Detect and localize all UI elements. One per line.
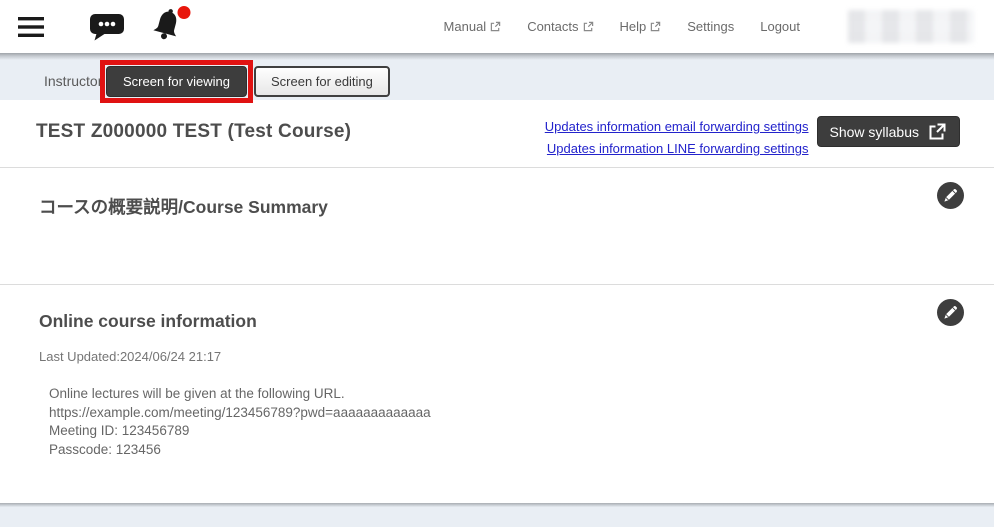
course-summary-section: コースの概要説明/Course Summary xyxy=(0,168,994,285)
passcode-text: Passcode: 123456 xyxy=(49,441,994,460)
external-link-icon xyxy=(650,21,661,32)
top-header: Manual Contacts Help Settings xyxy=(0,0,994,53)
nav-manual-link[interactable]: Manual xyxy=(444,19,502,34)
show-syllabus-label: Show syllabus xyxy=(830,124,920,140)
line-forwarding-settings-link[interactable]: Updates information LINE forwarding sett… xyxy=(547,141,809,156)
external-link-icon xyxy=(490,21,501,32)
meeting-url-text: https://example.com/meeting/123456789?pw… xyxy=(49,404,994,423)
nav-manual-label: Manual xyxy=(444,19,487,34)
hamburger-menu-button[interactable] xyxy=(18,17,44,37)
course-title: TEST Z000000 TEST (Test Course) xyxy=(36,121,351,167)
footer-background xyxy=(0,507,994,527)
lecture-url-intro-text: Online lectures will be given at the fol… xyxy=(49,385,994,404)
show-syllabus-button[interactable]: Show syllabus xyxy=(817,116,961,147)
edit-pencil-icon xyxy=(937,182,964,209)
main-content: TEST Z000000 TEST (Test Course) Updates … xyxy=(0,100,994,503)
nav-help-label: Help xyxy=(620,19,647,34)
header-nav: Manual Contacts Help Settings xyxy=(444,10,994,43)
nav-contacts-link[interactable]: Contacts xyxy=(527,19,593,34)
nav-settings-link[interactable]: Settings xyxy=(687,19,734,34)
nav-logout-link[interactable]: Logout xyxy=(760,19,800,34)
red-annotation-highlight: Screen for viewing xyxy=(100,60,253,103)
edit-pencil-icon xyxy=(937,299,964,326)
course-summary-heading: コースの概要説明/Course Summary xyxy=(39,194,994,219)
email-forwarding-settings-link[interactable]: Updates information email forwarding set… xyxy=(545,119,809,134)
notification-badge xyxy=(178,6,191,19)
nav-help-link[interactable]: Help xyxy=(620,19,662,34)
notifications-button[interactable] xyxy=(148,6,192,43)
edit-online-course-info-button[interactable] xyxy=(937,299,964,329)
course-header-row: TEST Z000000 TEST (Test Course) Updates … xyxy=(0,100,994,168)
nav-settings-label: Settings xyxy=(687,19,734,34)
edit-course-summary-button[interactable] xyxy=(937,182,964,212)
bell-icon xyxy=(148,6,192,43)
chat-bubble-icon xyxy=(90,13,124,41)
header-shadow-divider xyxy=(0,53,994,60)
nav-logout-label: Logout xyxy=(760,19,800,34)
screen-for-editing-tab[interactable]: Screen for editing xyxy=(254,66,390,97)
online-course-info-section: Online course information Last Updated:2… xyxy=(0,285,994,503)
user-account-area-redacted[interactable] xyxy=(848,10,974,43)
page: Manual Contacts Help Settings xyxy=(0,0,994,527)
last-updated-text: Last Updated:2024/06/24 21:17 xyxy=(39,349,994,364)
forwarding-links: Updates information email forwarding set… xyxy=(545,116,809,156)
online-course-info-heading: Online course information xyxy=(39,311,994,332)
screen-for-viewing-tab[interactable]: Screen for viewing xyxy=(106,66,247,97)
course-header-actions: Updates information email forwarding set… xyxy=(545,116,960,167)
online-course-details: Online lectures will be given at the fol… xyxy=(49,385,994,459)
external-link-icon xyxy=(928,122,947,141)
meeting-id-text: Meeting ID: 123456789 xyxy=(49,422,994,441)
hamburger-icon xyxy=(18,17,44,37)
view-mode-tabbar: Instructor Screen for viewing Screen for… xyxy=(0,60,994,100)
role-label: Instructor xyxy=(44,73,102,89)
messages-button[interactable] xyxy=(90,13,124,41)
external-link-icon xyxy=(583,21,594,32)
nav-contacts-label: Contacts xyxy=(527,19,578,34)
